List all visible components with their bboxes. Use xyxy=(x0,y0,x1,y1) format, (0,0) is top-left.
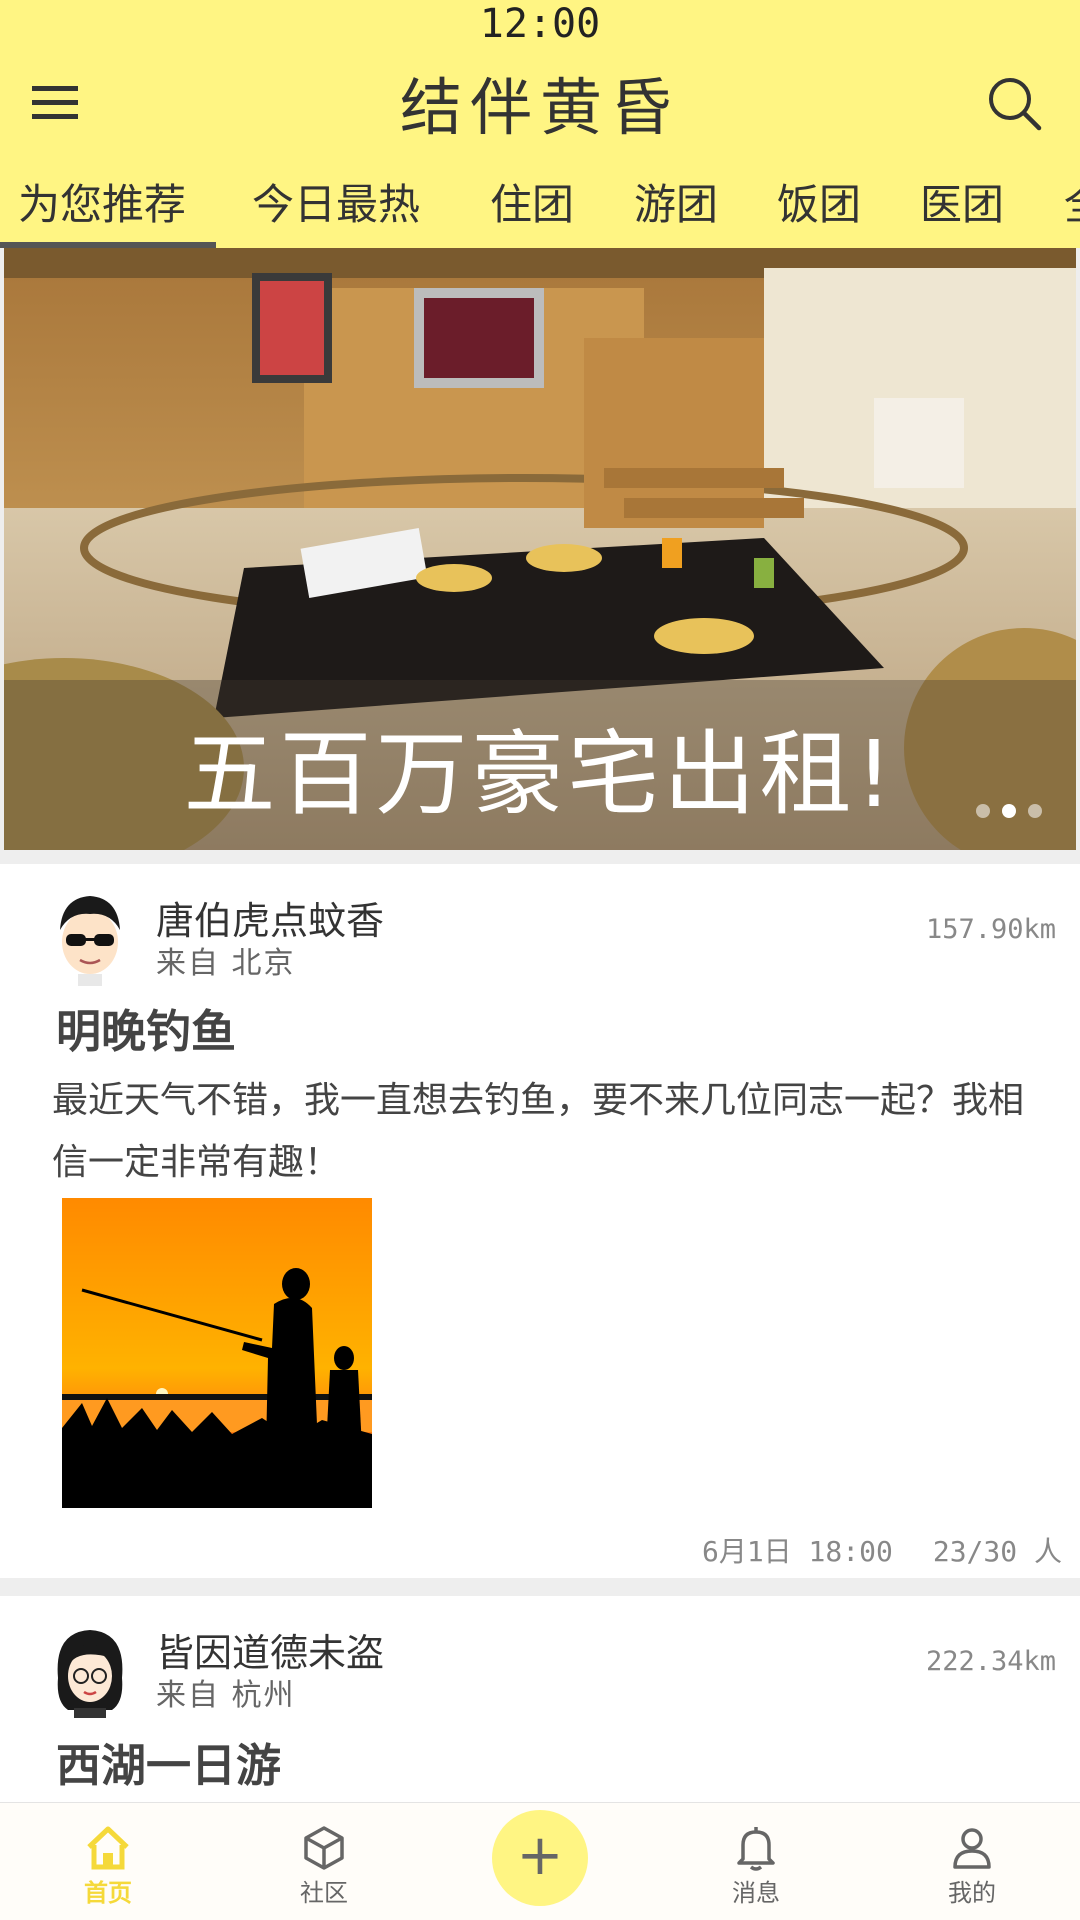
post-title: 明晚钓鱼 xyxy=(56,1005,237,1058)
nav-label: 消息 xyxy=(732,1879,780,1907)
create-post-button[interactable]: + xyxy=(492,1810,588,1906)
user-icon xyxy=(953,1828,991,1869)
app-title: 结伴黄昏 xyxy=(399,71,680,144)
nav-community[interactable]: 社区 xyxy=(244,1803,404,1920)
post-date: 6月1日 18:00 xyxy=(701,1535,893,1568)
nav-label: 社区 xyxy=(300,1879,348,1907)
post-card[interactable]: 唐伯虎点蚊香 来自 北京 157.90km 明晚钓鱼 最近天气不错，我一直想去钓… xyxy=(0,864,1080,1578)
bell-icon xyxy=(737,1827,775,1871)
post-meta: 6月1日 18:00 23/30 人 xyxy=(702,1530,1062,1570)
nav-profile[interactable]: 我的 xyxy=(892,1803,1052,1920)
nav-messages[interactable]: 消息 xyxy=(676,1803,836,1920)
cube-icon xyxy=(304,1826,344,1870)
carousel-dot[interactable] xyxy=(976,804,990,818)
post-title: 西湖一日游 xyxy=(56,1739,282,1792)
carousel-indicator xyxy=(976,804,1056,820)
carousel-dot-active[interactable] xyxy=(1002,804,1016,818)
status-bar-time: 12:00 xyxy=(479,1,601,47)
tab-more[interactable]: 全 xyxy=(1064,172,1080,248)
post-image[interactable] xyxy=(62,1198,372,1508)
tab-hottest-today[interactable]: 今日最热 xyxy=(252,172,420,248)
home-icon xyxy=(87,1826,129,1870)
tab-travel-group[interactable]: 游团 xyxy=(634,172,718,248)
app-header: 12:00 结伴黄昏 为您推荐 今日最热 住团 游团 饭团 医团 全 xyxy=(0,0,1080,248)
distance: 157.90km xyxy=(925,914,1056,945)
distance: 222.34km xyxy=(925,1646,1056,1677)
nav-label: 我的 xyxy=(948,1879,996,1907)
nav-label: 首页 xyxy=(84,1879,132,1907)
user-avatar[interactable] xyxy=(48,886,132,986)
tab-recommended[interactable]: 为您推荐 xyxy=(18,172,186,248)
tab-meal-group[interactable]: 饭团 xyxy=(777,172,861,248)
category-tabs: 为您推荐 今日最热 住团 游团 饭团 医团 全 xyxy=(0,172,1080,248)
search-icon[interactable] xyxy=(985,74,1045,134)
post-card[interactable]: 皆因道德未盗 来自 杭州 222.34km 西湖一日游 xyxy=(0,1596,1080,1802)
banner-caption: 五百万豪宅出租! xyxy=(183,721,897,828)
user-avatar[interactable] xyxy=(48,1618,132,1718)
tab-housing-group[interactable]: 住团 xyxy=(490,172,574,248)
user-location: 来自 北京 xyxy=(156,946,296,981)
carousel-dot[interactable] xyxy=(1028,804,1042,818)
username[interactable]: 唐伯虎点蚊香 xyxy=(156,898,384,944)
participant-count: 23/30 人 xyxy=(932,1535,1062,1568)
nav-home[interactable]: 首页 xyxy=(28,1803,188,1920)
tab-medical-group[interactable]: 医团 xyxy=(920,172,1004,248)
username[interactable]: 皆因道德未盗 xyxy=(156,1630,384,1676)
post-body: 最近天气不错，我一直想去钓鱼，要不来几位同志一起？我相信一定非常有趣！ xyxy=(52,1080,1025,1183)
user-location: 来自 杭州 xyxy=(156,1678,296,1713)
